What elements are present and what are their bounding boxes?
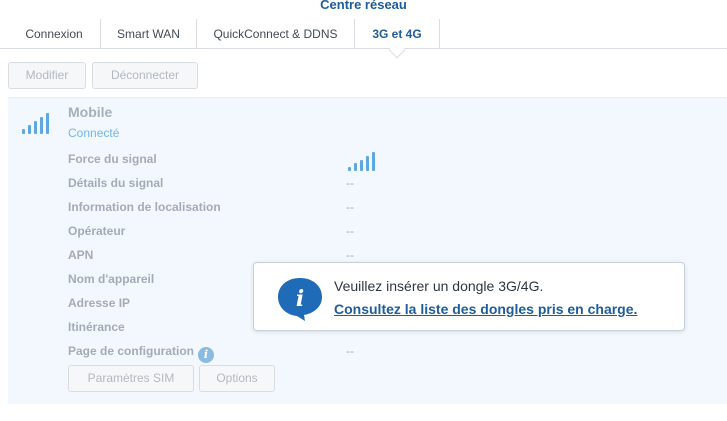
value-operator: --	[346, 224, 354, 238]
connection-status: Connecté	[68, 126, 120, 140]
label-location-info: Information de localisation	[68, 200, 221, 214]
label-ip-address: Adresse IP	[68, 296, 131, 310]
label-config-page-text: Page de configuration	[68, 344, 195, 358]
notice-message: Veuillez insérer un dongle 3G/4G.	[334, 278, 544, 294]
label-signal-details: Détails du signal	[68, 176, 164, 190]
tab-3g-4g-label: 3G et 4G	[372, 27, 422, 41]
label-device-name: Nom d'appareil	[68, 272, 155, 286]
tab-bar: Connexion Smart WAN QuickConnect & DDNS …	[0, 19, 727, 59]
tab-connexion[interactable]: Connexion	[8, 19, 100, 49]
sim-settings-button[interactable]: Paramètres SIM	[68, 365, 194, 392]
label-signal-strength: Force du signal	[68, 152, 157, 166]
tab-quickconnect-ddns[interactable]: QuickConnect & DDNS	[196, 19, 354, 49]
supported-dongles-link[interactable]: Consultez la liste des dongles pris en c…	[334, 301, 637, 317]
signal-strength-value-icon	[348, 152, 376, 171]
window-title: Centre réseau	[320, 0, 407, 12]
connection-name: Mobile	[68, 104, 113, 120]
info-bubble-icon: i	[278, 278, 322, 321]
disconnect-button[interactable]: Déconnecter	[92, 62, 198, 89]
info-icon[interactable]: i	[198, 347, 215, 363]
insert-dongle-notice: i Veuillez insérer un dongle 3G/4G. Cons…	[253, 262, 685, 331]
tab-smart-wan[interactable]: Smart WAN	[100, 19, 196, 49]
value-signal-details: --	[346, 176, 354, 190]
value-config-page: --	[346, 344, 354, 358]
label-config-page: Page de configuration i	[68, 344, 215, 363]
value-location-info: --	[346, 200, 354, 214]
label-apn: APN	[68, 248, 94, 262]
active-tab-indicator	[388, 41, 406, 59]
label-roaming: Itinérance	[68, 320, 125, 334]
label-operator: Opérateur	[68, 224, 126, 238]
tab-3g-4g[interactable]: 3G et 4G	[354, 19, 440, 59]
modify-button[interactable]: Modifier	[8, 62, 86, 89]
options-button[interactable]: Options	[199, 365, 275, 392]
value-apn: --	[346, 248, 354, 262]
svg-text:i: i	[296, 286, 304, 312]
signal-strength-icon	[22, 112, 50, 134]
